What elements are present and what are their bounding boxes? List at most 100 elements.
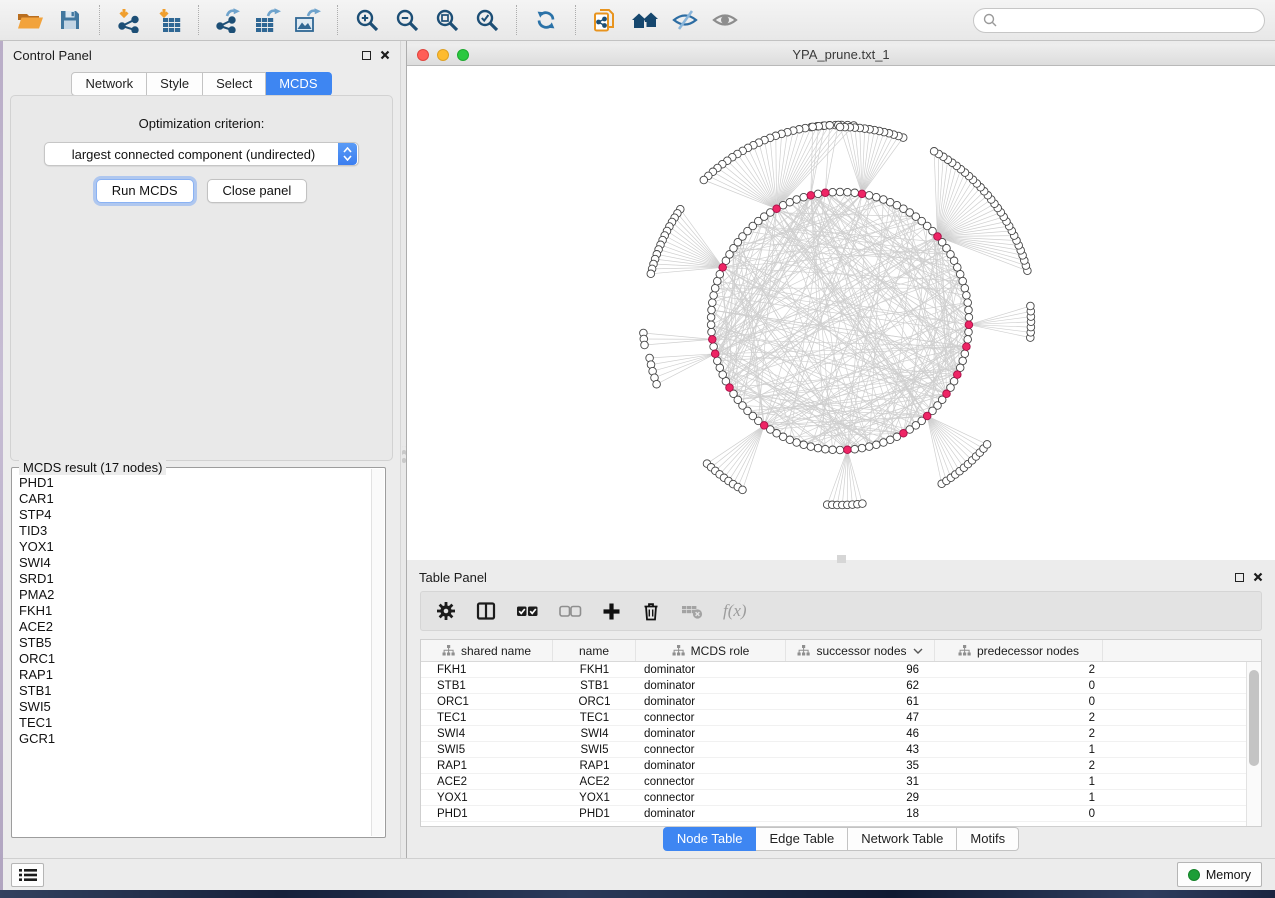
table-settings-gear-icon[interactable]	[436, 601, 456, 621]
zoom-fit-icon[interactable]	[430, 4, 464, 36]
window-minimize-button[interactable]	[437, 49, 449, 61]
tab-motifs[interactable]: Motifs	[957, 827, 1019, 851]
graph-node[interactable]	[814, 190, 822, 198]
graph-node[interactable]	[710, 292, 718, 300]
refresh-icon[interactable]	[529, 4, 563, 36]
mcds-result-item[interactable]: SWI4	[19, 555, 370, 571]
graph-node[interactable]	[959, 277, 967, 285]
mcds-result-list[interactable]: PHD1CAR1STP4TID3YOX1SWI4SRD1PMA2FKH1ACE2…	[13, 471, 370, 836]
vertical-splitter[interactable]	[400, 41, 407, 858]
graph-node[interactable]	[708, 328, 716, 336]
float-panel-icon[interactable]	[362, 51, 371, 60]
graph-node[interactable]	[708, 306, 716, 314]
graph-node-mcds[interactable]	[934, 233, 942, 241]
close-panel-button[interactable]: Close panel	[207, 179, 308, 203]
column-header-name[interactable]: name	[553, 640, 636, 661]
clone-network-icon[interactable]	[588, 4, 622, 36]
show-panels-list-button[interactable]	[11, 863, 44, 887]
graph-node[interactable]	[851, 189, 859, 197]
mcds-result-item[interactable]: STB5	[19, 635, 370, 651]
graph-node-mcds[interactable]	[773, 205, 781, 213]
show-columns-icon[interactable]	[476, 601, 496, 621]
graph-node[interactable]	[829, 446, 837, 454]
graph-node[interactable]	[836, 123, 844, 131]
graph-node-mcds[interactable]	[900, 430, 908, 438]
graph-node-mcds[interactable]	[923, 412, 931, 420]
mcds-result-item[interactable]: PMA2	[19, 587, 370, 603]
splitter-handle[interactable]	[402, 446, 406, 463]
graph-node-mcds[interactable]	[709, 336, 717, 344]
graph-node[interactable]	[800, 193, 808, 201]
graph-node[interactable]	[859, 500, 867, 508]
mcds-result-item[interactable]: RAP1	[19, 667, 370, 683]
graph-node[interactable]	[836, 446, 844, 454]
table-row[interactable]: TEC1TEC1connector472	[421, 710, 1246, 726]
graph-node[interactable]	[963, 292, 971, 300]
mcds-result-item[interactable]: ORC1	[19, 651, 370, 667]
export-network-icon[interactable]	[211, 4, 245, 36]
export-image-icon[interactable]	[291, 4, 325, 36]
graph-node[interactable]	[807, 443, 815, 451]
select-all-icon[interactable]	[516, 602, 539, 620]
graph-node[interactable]	[714, 357, 722, 365]
table-row[interactable]: SWI4SWI4dominator462	[421, 726, 1246, 742]
graph-node[interactable]	[873, 441, 881, 449]
column-header-predecessor-nodes[interactable]: predecessor nodes	[935, 640, 1103, 661]
graph-node[interactable]	[851, 445, 859, 453]
close-panel-icon[interactable]	[380, 50, 390, 60]
tab-network-table[interactable]: Network Table	[848, 827, 957, 851]
graph-node-mcds[interactable]	[844, 446, 852, 454]
graph-node[interactable]	[865, 192, 873, 200]
graph-node-mcds[interactable]	[822, 189, 830, 197]
graph-node[interactable]	[983, 441, 991, 449]
tab-node-table[interactable]: Node Table	[663, 827, 757, 851]
delete-column-icon[interactable]	[641, 601, 661, 621]
mcds-result-item[interactable]: SWI5	[19, 699, 370, 715]
mcds-result-item[interactable]: TID3	[19, 523, 370, 539]
table-row[interactable]: PHD1PHD1dominator180	[421, 806, 1246, 822]
optimization-criterion-select[interactable]: largest connected component (undirected)	[44, 142, 359, 166]
table-row[interactable]: STB1STB1dominator620	[421, 678, 1246, 694]
column-header-successor-nodes[interactable]: successor nodes	[786, 640, 935, 661]
network-titlebar[interactable]: YPA_prune.txt_1	[407, 44, 1275, 66]
graph-node[interactable]	[800, 441, 808, 449]
tab-edge-table[interactable]: Edge Table	[756, 827, 848, 851]
mcds-result-item[interactable]: STB1	[19, 683, 370, 699]
open-folder-icon[interactable]	[13, 4, 47, 36]
first-neighbors-icon[interactable]	[628, 4, 662, 36]
graph-node[interactable]	[822, 445, 830, 453]
window-close-button[interactable]	[417, 49, 429, 61]
window-zoom-button[interactable]	[457, 49, 469, 61]
graph-node[interactable]	[965, 306, 973, 314]
search-input[interactable]	[1003, 13, 1243, 27]
mcds-result-item[interactable]: FKH1	[19, 603, 370, 619]
graph-node-mcds[interactable]	[954, 371, 962, 379]
graph-node[interactable]	[826, 122, 834, 130]
zoom-out-icon[interactable]	[390, 4, 424, 36]
column-header-shared-name[interactable]: shared name	[421, 640, 553, 661]
graph-node[interactable]	[647, 270, 655, 278]
import-network-icon[interactable]	[112, 4, 146, 36]
horizontal-splitter-handle[interactable]	[837, 555, 846, 563]
graph-node-mcds[interactable]	[760, 422, 768, 430]
table-row[interactable]: ACE2ACE2connector311	[421, 774, 1246, 790]
graph-node[interactable]	[707, 314, 715, 322]
graph-node[interactable]	[930, 148, 938, 156]
memory-button[interactable]: Memory	[1177, 862, 1262, 887]
graph-node[interactable]	[965, 328, 973, 336]
save-icon[interactable]	[53, 4, 87, 36]
graph-node[interactable]	[858, 444, 866, 452]
table-row[interactable]: ORC1ORC1dominator610	[421, 694, 1246, 710]
mcds-result-item[interactable]: TEC1	[19, 715, 370, 731]
graph-node[interactable]	[641, 341, 649, 349]
tab-mcds[interactable]: MCDS	[266, 72, 331, 96]
table-row[interactable]: FKH1FKH1dominator962	[421, 662, 1246, 678]
deselect-all-icon[interactable]	[559, 602, 582, 620]
tab-select[interactable]: Select	[203, 72, 266, 96]
tab-network[interactable]: Network	[71, 72, 147, 96]
add-column-icon[interactable]	[602, 602, 621, 621]
graph-node[interactable]	[653, 380, 661, 388]
graph-node[interactable]	[836, 188, 844, 196]
graph-node[interactable]	[964, 336, 972, 344]
graph-node[interactable]	[739, 486, 747, 494]
